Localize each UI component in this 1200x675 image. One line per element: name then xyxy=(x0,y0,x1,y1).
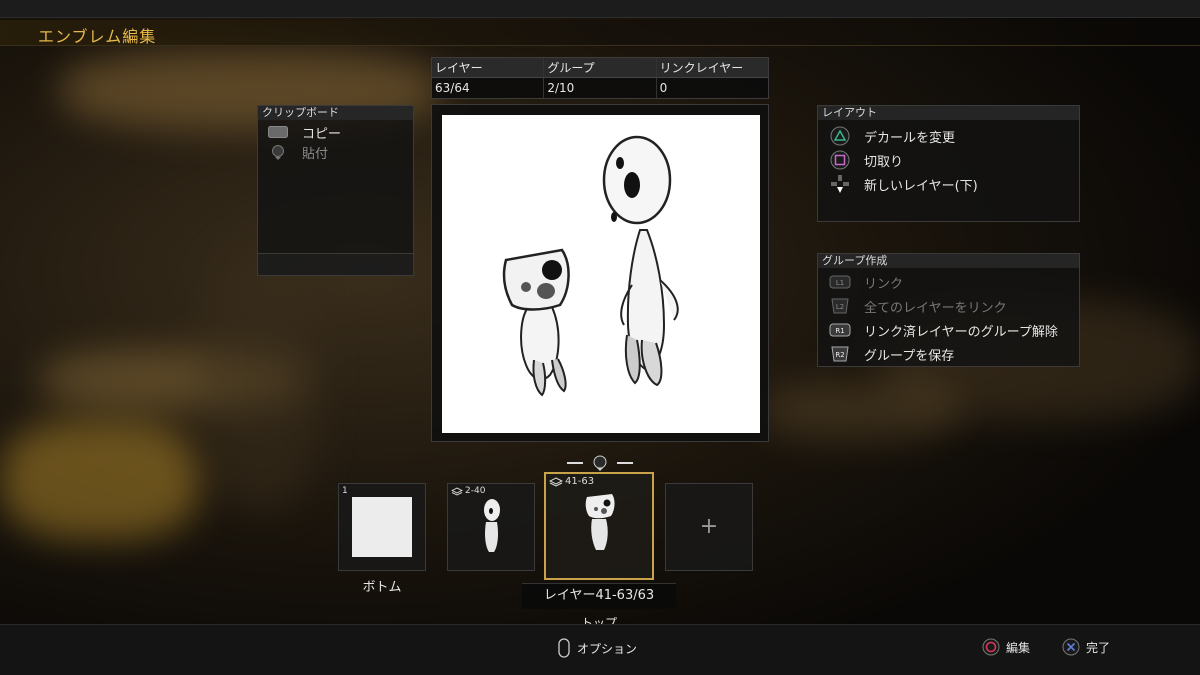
square-button-icon xyxy=(826,150,854,170)
r3-indicator-icon xyxy=(593,455,607,471)
kodama-emblem-art xyxy=(502,135,679,397)
group-link[interactable]: L1 リンク xyxy=(826,270,1071,294)
tall-figure xyxy=(602,135,679,387)
stats-value-link-layers: 0 xyxy=(659,81,668,95)
layer-thumb-white-square xyxy=(352,497,412,557)
layout-cut[interactable]: 切取り xyxy=(826,148,1071,172)
group-save-label: グループを保存 xyxy=(864,348,955,364)
group-ungroup-linked[interactable]: R1 リンク済レイヤーのグループ解除 xyxy=(826,318,1071,342)
layer-thumb-group-2-selected[interactable]: 41-63 xyxy=(544,472,654,580)
emblem-canvas[interactable] xyxy=(442,115,760,433)
layer-stats-table: レイヤー グループ リンクレイヤー 63/64 2/10 0 xyxy=(431,57,769,99)
l2-button-icon: L2 xyxy=(826,297,854,315)
r1-button-icon: R1 xyxy=(826,322,854,338)
layers-stack-icon xyxy=(549,476,563,487)
layer-thumb-number: 1 xyxy=(342,486,348,496)
short-figure xyxy=(502,248,570,397)
triangle-button-icon xyxy=(826,126,854,146)
svg-text:R1: R1 xyxy=(835,327,844,335)
selected-layer-caption-text: レイヤー41-63/63 xyxy=(543,588,655,603)
cross-button-icon xyxy=(1062,638,1080,656)
layer-thumb-bottom[interactable]: 1 xyxy=(338,483,426,571)
layout-panel: レイアウト デカールを変更 切取り 新しいレイヤー(下) xyxy=(817,105,1080,222)
stats-value-groups: 2/10 xyxy=(544,78,657,98)
options-hint[interactable]: オプション xyxy=(557,638,637,658)
layout-change-decal[interactable]: デカールを変更 xyxy=(826,124,1071,148)
stats-header-layers: レイヤー xyxy=(432,58,545,77)
layout-new-layer-below[interactable]: 新しいレイヤー(下) xyxy=(826,172,1071,196)
group-link-label: リンク xyxy=(864,276,904,292)
touchpad-icon xyxy=(264,126,292,138)
layer-bottom-label: ボトム xyxy=(362,580,402,595)
clipboard-copy[interactable]: コピー xyxy=(264,122,407,142)
stats-header-groups: グループ xyxy=(544,58,657,77)
layer-thumb-group-1[interactable]: 2-40 xyxy=(447,483,535,571)
edit-label: 編集 xyxy=(1006,640,1031,655)
layer-group-2-range: 41-63 xyxy=(565,476,595,487)
group-link-all[interactable]: L2 全てのレイヤーをリンク xyxy=(826,294,1071,318)
clipboard-copy-label: コピー xyxy=(302,126,342,142)
layer-top-label: トップ xyxy=(580,616,617,624)
top-strip xyxy=(0,0,1200,18)
options-label: オプション xyxy=(577,641,638,656)
clipboard-paste[interactable]: 貼付 xyxy=(264,142,407,162)
group-ungroup-linked-label: リンク済レイヤーのグループ解除 xyxy=(864,324,1058,340)
selected-layer-caption: レイヤー41-63/63 xyxy=(522,583,676,609)
svg-text:L1: L1 xyxy=(836,279,844,287)
layers-stack-icon xyxy=(451,486,463,496)
add-layer-button[interactable]: + xyxy=(665,483,753,571)
group-create-panel: グループ作成 L1 リンク L2 全てのレイヤーをリンク R1 リンク済レイヤー… xyxy=(817,253,1080,367)
clipboard-title: クリップボード xyxy=(258,106,413,120)
svg-text:L2: L2 xyxy=(836,303,844,311)
title-bar xyxy=(0,20,1200,46)
dpad-down-icon xyxy=(826,174,854,194)
options-button-icon xyxy=(558,638,570,658)
tall-figure-thumb xyxy=(484,499,500,552)
stats-value-layers: 63/64 xyxy=(432,78,545,98)
layout-title: レイアウト xyxy=(818,106,1079,120)
plus-icon: + xyxy=(699,514,719,539)
stats-header-link-layers: リンクレイヤー xyxy=(659,61,744,75)
page-title: エンブレム編集 xyxy=(38,27,157,46)
clipboard-panel: クリップボード コピー 貼付 xyxy=(257,105,414,276)
done-label: 完了 xyxy=(1086,640,1111,655)
edit-hint[interactable]: 編集 xyxy=(982,638,1030,656)
l1-button-icon: L1 xyxy=(826,274,854,290)
group-save[interactable]: R2 グループを保存 xyxy=(826,342,1071,366)
group-title: グループ作成 xyxy=(818,254,1079,268)
layout-cut-label: 切取り xyxy=(864,154,904,170)
r3-icon xyxy=(264,144,292,160)
layer-strip-indicator xyxy=(565,455,635,471)
group-link-all-label: 全てのレイヤーをリンク xyxy=(864,300,1007,316)
r2-button-icon: R2 xyxy=(826,345,854,363)
done-hint[interactable]: 完了 xyxy=(1062,638,1110,656)
emblem-canvas-frame xyxy=(431,104,769,442)
circle-button-icon xyxy=(982,638,1000,656)
svg-text:R2: R2 xyxy=(835,351,844,359)
layout-new-layer-below-label: 新しいレイヤー(下) xyxy=(864,178,978,194)
clipboard-paste-label: 貼付 xyxy=(302,146,329,162)
short-figure-thumb xyxy=(585,494,615,550)
layout-change-decal-label: デカールを変更 xyxy=(864,130,956,146)
clipboard-footer xyxy=(258,253,413,275)
